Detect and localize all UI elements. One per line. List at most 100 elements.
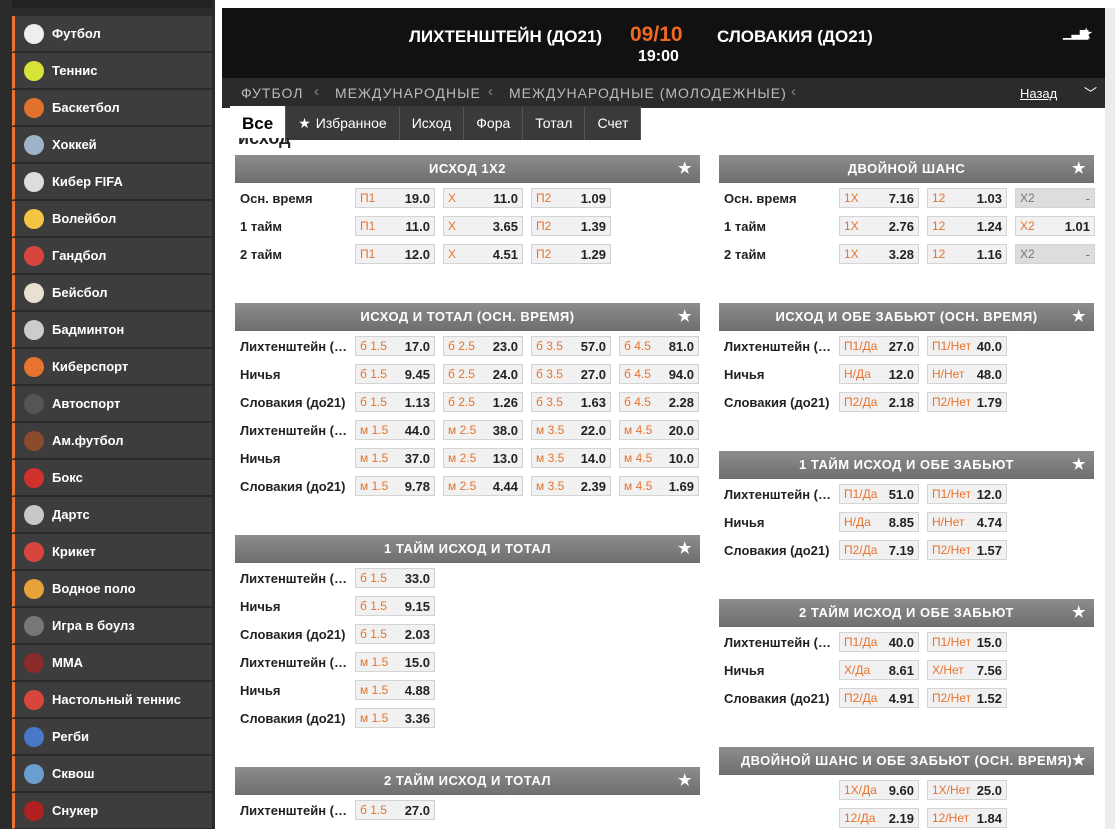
odds-button[interactable]: м 2.5 4.44 <box>443 476 523 496</box>
odds-button[interactable]: б 1.5 2.03 <box>355 624 435 644</box>
odds-button[interactable]: м 2.5 13.0 <box>443 448 523 468</box>
star-icon[interactable]: ★ <box>1072 155 1086 183</box>
odds-button[interactable]: П1 19.0 <box>355 188 435 208</box>
odds-button[interactable]: Х/Нет 7.56 <box>927 660 1007 680</box>
scrollbar[interactable] <box>1105 8 1115 829</box>
odds-button[interactable]: X 3.65 <box>443 216 523 236</box>
back-link[interactable]: Назад <box>1020 86 1057 101</box>
odds-button[interactable]: 1X/Нет 25.0 <box>927 780 1007 800</box>
odds-button[interactable]: Х/Да 8.61 <box>839 660 919 680</box>
sidebar-item[interactable]: Настольный теннис <box>12 682 212 718</box>
odds-button[interactable]: П1/Да 40.0 <box>839 632 919 652</box>
sidebar-item[interactable]: MMA <box>12 645 212 681</box>
odds-button[interactable]: 12/Да 2.19 <box>839 808 919 828</box>
star-icon[interactable]: ★ <box>678 535 692 563</box>
odds-button[interactable]: П1 12.0 <box>355 244 435 264</box>
odds-button[interactable]: б 1.5 9.45 <box>355 364 435 384</box>
odds-button[interactable]: б 2.5 23.0 <box>443 336 523 356</box>
sidebar-item[interactable]: Ам.футбол <box>12 423 212 459</box>
sidebar-item[interactable]: Сквош <box>12 756 212 792</box>
tab-1[interactable]: ★ Избранное <box>286 106 400 140</box>
star-icon[interactable]: ★ <box>678 767 692 795</box>
odds-button[interactable]: X 11.0 <box>443 188 523 208</box>
odds-button[interactable]: П1/Нет 40.0 <box>927 336 1007 356</box>
odds-button[interactable]: 1X 3.28 <box>839 244 919 264</box>
odds-button[interactable]: П2/Нет 1.79 <box>927 392 1007 412</box>
odds-button[interactable]: Н/Да 12.0 <box>839 364 919 384</box>
sidebar-item[interactable]: Крикет <box>12 534 212 570</box>
star-icon[interactable]: ★ <box>678 303 692 331</box>
odds-button[interactable]: П2/Да 4.91 <box>839 688 919 708</box>
odds-button[interactable]: 1X/Да 9.60 <box>839 780 919 800</box>
star-icon[interactable]: ★ <box>1072 451 1086 479</box>
odds-button[interactable]: б 3.5 1.63 <box>531 392 611 412</box>
odds-button[interactable]: П1/Нет 15.0 <box>927 632 1007 652</box>
odds-button[interactable]: б 1.5 1.13 <box>355 392 435 412</box>
odds-button[interactable]: П1/Да 27.0 <box>839 336 919 356</box>
star-icon[interactable]: ★ <box>678 155 692 183</box>
sidebar-item[interactable]: Хоккей <box>12 127 212 163</box>
odds-button[interactable]: 12 1.24 <box>927 216 1007 236</box>
odds-button[interactable]: П1/Нет 12.0 <box>927 484 1007 504</box>
odds-button[interactable]: 1X 2.76 <box>839 216 919 236</box>
chevron-down-icon[interactable]: ﹀ <box>1084 83 1097 102</box>
breadcrumb-item[interactable]: ФУТБОЛ <box>241 85 303 101</box>
sidebar-item[interactable]: Гандбол <box>12 238 212 274</box>
odds-button[interactable]: б 3.5 27.0 <box>531 364 611 384</box>
star-icon[interactable]: ★ <box>1072 599 1086 627</box>
sidebar-item[interactable]: Бейсбол <box>12 275 212 311</box>
odds-button[interactable]: м 3.5 14.0 <box>531 448 611 468</box>
odds-button[interactable]: м 4.5 20.0 <box>619 420 699 440</box>
odds-button[interactable]: П2 1.29 <box>531 244 611 264</box>
sidebar-item[interactable]: Футбол <box>12 16 212 52</box>
odds-button[interactable]: м 4.5 1.69 <box>619 476 699 496</box>
odds-button[interactable]: 12 1.16 <box>927 244 1007 264</box>
odds-button[interactable]: м 1.5 44.0 <box>355 420 435 440</box>
odds-button[interactable]: м 1.5 15.0 <box>355 652 435 672</box>
star-icon[interactable]: ★ <box>1072 303 1086 331</box>
sidebar-item[interactable]: Водное поло <box>12 571 212 607</box>
odds-button[interactable]: П2/Да 2.18 <box>839 392 919 412</box>
odds-button[interactable]: м 1.5 3.36 <box>355 708 435 728</box>
odds-button[interactable]: м 3.5 22.0 <box>531 420 611 440</box>
sidebar-item[interactable]: Баскетбол <box>12 90 212 126</box>
odds-button[interactable]: X 4.51 <box>443 244 523 264</box>
odds-button[interactable]: П1 11.0 <box>355 216 435 236</box>
sidebar-item[interactable]: Автоспорт <box>12 386 212 422</box>
odds-button[interactable]: П2/Нет 1.52 <box>927 688 1007 708</box>
odds-button[interactable]: м 3.5 2.39 <box>531 476 611 496</box>
sidebar-item[interactable]: Регби <box>12 719 212 755</box>
odds-button[interactable]: м 1.5 37.0 <box>355 448 435 468</box>
tab-4[interactable]: Тотал <box>523 106 586 140</box>
sidebar-item[interactable]: Кибер FIFA <box>12 164 212 200</box>
odds-button[interactable]: П2 1.39 <box>531 216 611 236</box>
odds-button[interactable]: б 4.5 94.0 <box>619 364 699 384</box>
odds-button[interactable]: Н/Нет 48.0 <box>927 364 1007 384</box>
odds-button[interactable]: б 3.5 57.0 <box>531 336 611 356</box>
odds-button[interactable]: м 2.5 38.0 <box>443 420 523 440</box>
odds-button[interactable]: П2 1.09 <box>531 188 611 208</box>
odds-button[interactable]: П2/Да 7.19 <box>839 540 919 560</box>
odds-button[interactable]: б 4.5 81.0 <box>619 336 699 356</box>
sidebar-item[interactable]: Теннис <box>12 53 212 89</box>
odds-button[interactable]: б 4.5 2.28 <box>619 392 699 412</box>
odds-button[interactable]: 12 1.03 <box>927 188 1007 208</box>
odds-button[interactable]: б 2.5 1.26 <box>443 392 523 412</box>
breadcrumb-item[interactable]: МЕЖДУНАРОДНЫЕ (МОЛОДЕЖНЫЕ) <box>509 85 787 101</box>
sidebar-item[interactable]: Волейбол <box>12 201 212 237</box>
odds-button[interactable]: б 2.5 24.0 <box>443 364 523 384</box>
odds-button[interactable]: 12/Нет 1.84 <box>927 808 1007 828</box>
odds-button[interactable]: 1X 7.16 <box>839 188 919 208</box>
sidebar-item[interactable]: Бокс <box>12 460 212 496</box>
odds-button[interactable]: П1/Да 51.0 <box>839 484 919 504</box>
tab-0[interactable]: Все <box>230 106 287 142</box>
odds-button[interactable]: м 4.5 10.0 <box>619 448 699 468</box>
odds-button[interactable]: X2 1.01 <box>1015 216 1095 236</box>
odds-button[interactable]: Н/Да 8.85 <box>839 512 919 532</box>
odds-button[interactable]: б 1.5 17.0 <box>355 336 435 356</box>
odds-button[interactable]: б 1.5 9.15 <box>355 596 435 616</box>
odds-button[interactable]: П2/Нет 1.57 <box>927 540 1007 560</box>
star-icon[interactable]: ★ <box>1079 24 1093 44</box>
odds-button[interactable]: б 1.5 33.0 <box>355 568 435 588</box>
breadcrumb-item[interactable]: МЕЖДУНАРОДНЫЕ <box>335 85 481 101</box>
